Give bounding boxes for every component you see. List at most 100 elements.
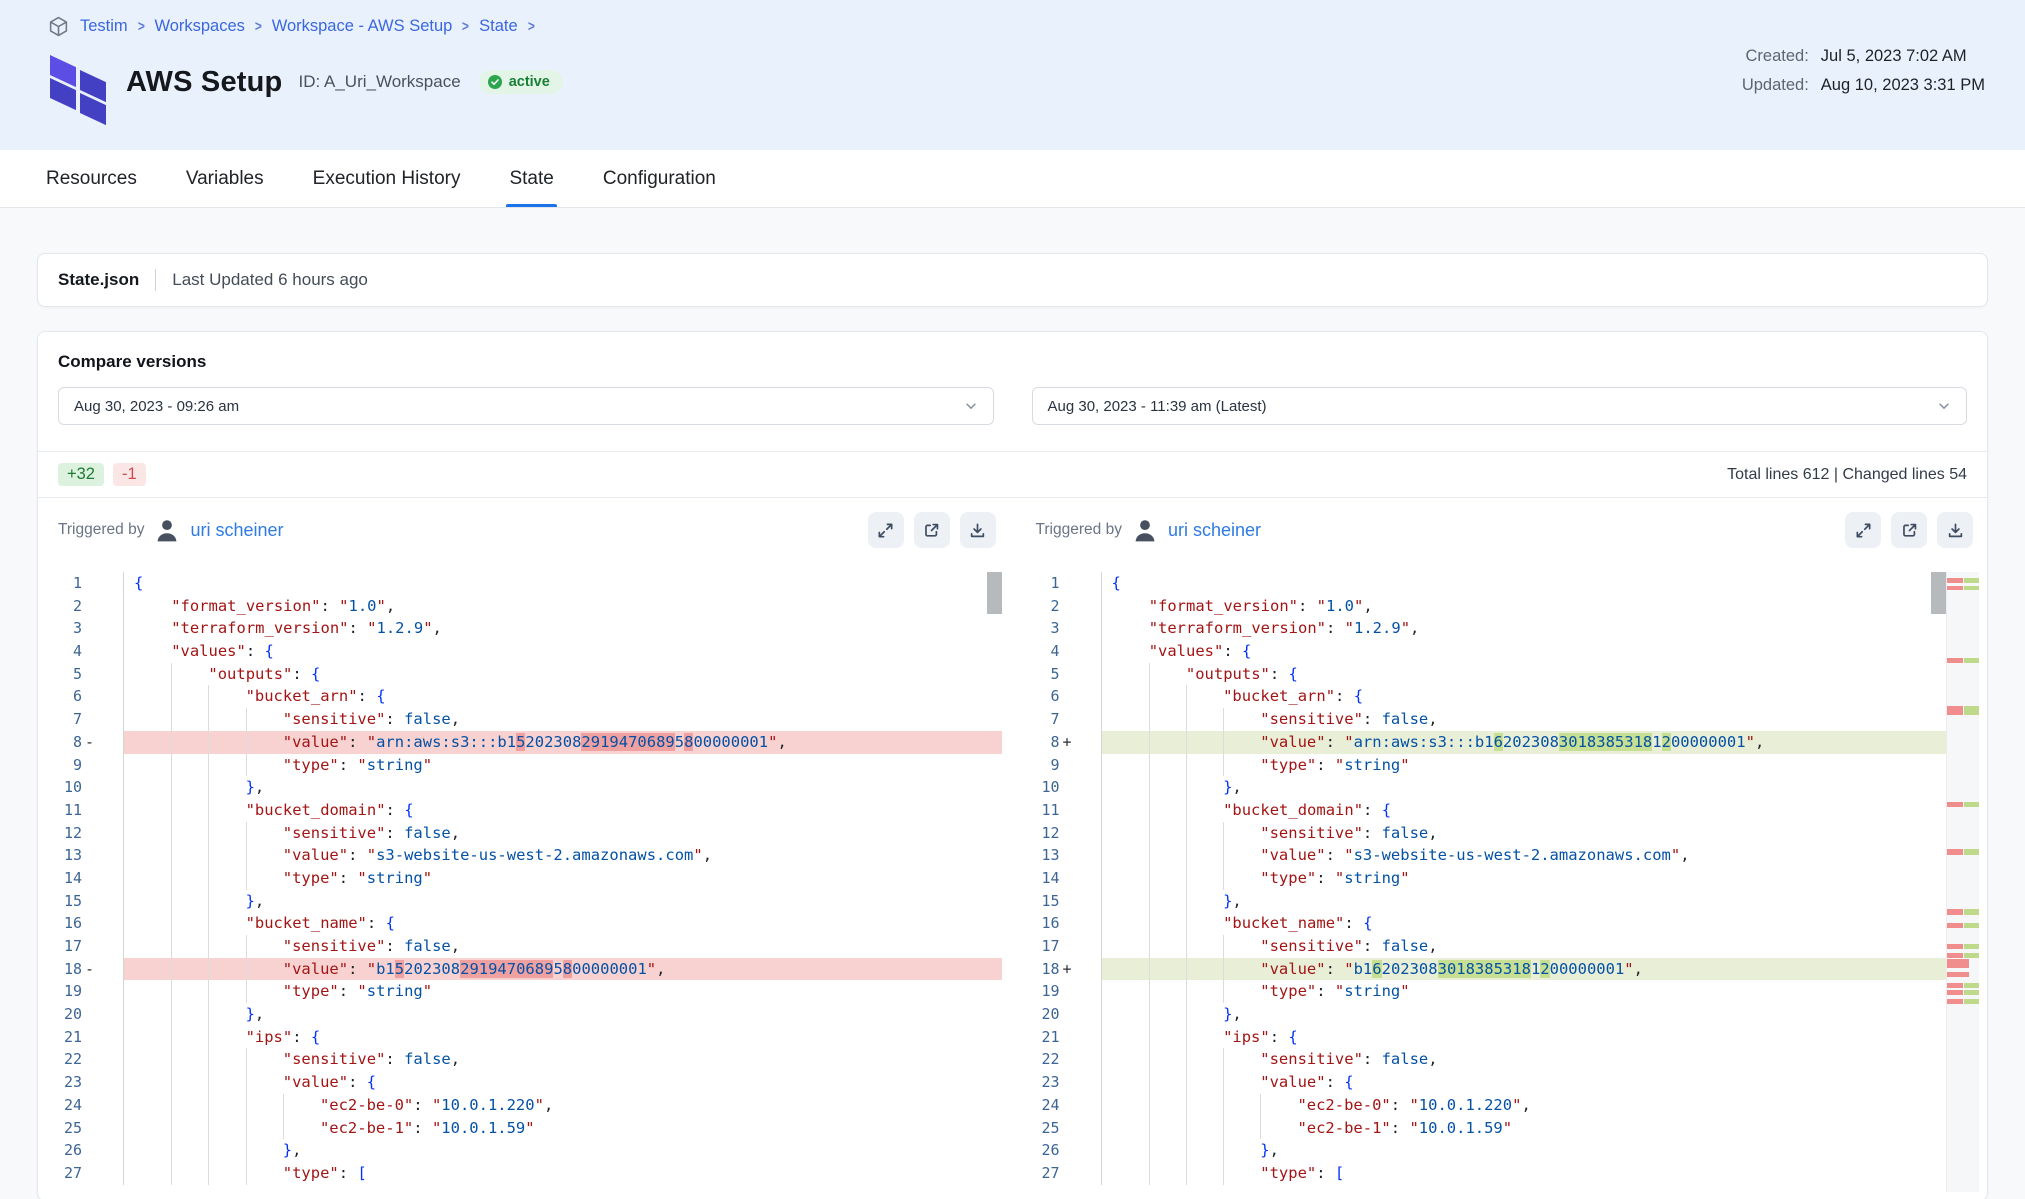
code-line: 14"type": "string" <box>1024 867 1980 890</box>
tab-state[interactable]: State <box>509 150 553 207</box>
chevron-down-icon <box>964 399 978 413</box>
tab-execution-history[interactable]: Execution History <box>313 150 461 207</box>
user-link[interactable]: uri scheiner <box>190 520 283 541</box>
workspace-dates: Created: Jul 5, 2023 7:02 AM Updated: Au… <box>1742 47 1985 95</box>
state-file-card: State.json Last Updated 6 hours ago <box>37 253 1988 307</box>
ruler-mark <box>1947 909 1979 915</box>
code-line: 12"sensitive": false, <box>1024 822 1980 845</box>
created-label: Created: <box>1742 47 1809 66</box>
code-line: 22"sensitive": false, <box>1024 1048 1980 1071</box>
ruler-mark <box>1947 983 1979 988</box>
code-line: 16"bucket_name": { <box>46 912 1002 935</box>
terraform-logo <box>48 51 110 113</box>
scrollbar-thumb[interactable] <box>987 572 1002 614</box>
breadcrumb-separator: > <box>138 18 145 35</box>
download-icon <box>1947 522 1964 539</box>
code-line: 1{ <box>1024 572 1980 595</box>
tab-variables[interactable]: Variables <box>186 150 264 207</box>
user-link[interactable]: uri scheiner <box>1168 520 1261 541</box>
code-line: 25"ec2-be-1": "10.0.1.59" <box>1024 1117 1980 1140</box>
code-line: 21"ips": { <box>46 1026 1002 1049</box>
breadcrumb-separator: > <box>462 18 469 35</box>
code-line: 16"bucket_name": { <box>1024 912 1980 935</box>
version-select-right-value: Aug 30, 2023 - 11:39 am (Latest) <box>1048 398 1267 415</box>
code-line: 9"type": "string" <box>1024 754 1980 777</box>
code-line: 6"bucket_arn": { <box>46 685 1002 708</box>
diff-panel-right: Triggered by uri scheiner <box>1024 498 1980 1192</box>
ruler-mark <box>1947 972 1979 977</box>
code-line: 26}, <box>46 1139 1002 1162</box>
code-line: 19"type": "string" <box>1024 980 1980 1003</box>
code-line: 27"type": [ <box>46 1162 1002 1185</box>
code-line: 2"format_version": "1.0", <box>1024 595 1980 618</box>
version-select-left[interactable]: Aug 30, 2023 - 09:26 am <box>58 387 994 425</box>
code-line: 8-"value": "arn:aws:s3:::b15202308291947… <box>46 731 1002 754</box>
tab-configuration[interactable]: Configuration <box>603 150 716 207</box>
code-editor-left[interactable]: 1{2"format_version": "1.0",3"terraform_v… <box>46 572 1002 1192</box>
code-line: 25"ec2-be-1": "10.0.1.59" <box>46 1117 1002 1140</box>
code-line: 5"outputs": { <box>46 663 1002 686</box>
state-page: State.json Last Updated 6 hours ago Comp… <box>0 208 2025 1199</box>
ruler-mark <box>1947 706 1979 715</box>
state-filename: State.json <box>58 270 139 290</box>
open-external-button[interactable] <box>914 512 950 548</box>
workspace-tabs: Resources Variables Execution History St… <box>0 150 2025 208</box>
compare-versions-heading: Compare versions <box>38 332 1987 372</box>
breadcrumb-item-workspaces[interactable]: Workspaces <box>154 17 244 36</box>
breadcrumb-item-testim[interactable]: Testim <box>80 17 128 36</box>
code-line: 24"ec2-be-0": "10.0.1.220", <box>46 1094 1002 1117</box>
code-line: 3"terraform_version": "1.2.9", <box>46 617 1002 640</box>
status-label: active <box>509 74 550 90</box>
breadcrumb-item-state[interactable]: State <box>479 17 518 36</box>
triggered-by-label: Triggered by <box>1036 521 1122 539</box>
check-circle-icon <box>488 75 502 89</box>
code-line: 12"sensitive": false, <box>46 822 1002 845</box>
code-line: 27"type": [ <box>1024 1162 1980 1185</box>
code-line: 23"value": { <box>1024 1071 1980 1094</box>
removed-lines-badge: -1 <box>113 463 146 486</box>
code-line: 11"bucket_domain": { <box>1024 799 1980 822</box>
compare-versions-card: Compare versions Aug 30, 2023 - 09:26 am… <box>37 331 1988 1199</box>
code-line: 18+"value": "b16202308301838531812000000… <box>1024 958 1980 981</box>
download-button[interactable] <box>1937 512 1973 548</box>
code-line: 9"type": "string" <box>46 754 1002 777</box>
code-line: 21"ips": { <box>1024 1026 1980 1049</box>
code-line: 26}, <box>1024 1139 1980 1162</box>
version-select-right[interactable]: Aug 30, 2023 - 11:39 am (Latest) <box>1032 387 1968 425</box>
code-editor-right[interactable]: 1{2"format_version": "1.0",3"terraform_v… <box>1024 572 1980 1192</box>
workspace-header: Testim > Workspaces > Workspace - AWS Se… <box>0 0 2025 150</box>
breadcrumb-separator: > <box>255 18 262 35</box>
external-link-icon <box>1901 522 1918 539</box>
scrollbar-thumb[interactable] <box>1931 572 1946 614</box>
expand-button[interactable] <box>1845 512 1881 548</box>
code-line: 3"terraform_version": "1.2.9", <box>1024 617 1980 640</box>
download-button[interactable] <box>960 512 996 548</box>
code-line: 14"type": "string" <box>46 867 1002 890</box>
code-line: 13"value": "s3-website-us-west-2.amazona… <box>46 844 1002 867</box>
breadcrumb-separator: > <box>528 18 535 35</box>
code-line: 15}, <box>46 890 1002 913</box>
code-line: 19"type": "string" <box>46 980 1002 1003</box>
tab-resources[interactable]: Resources <box>46 150 137 207</box>
page-title: AWS Setup <box>126 66 282 99</box>
download-icon <box>969 522 986 539</box>
code-line: 7"sensitive": false, <box>46 708 1002 731</box>
code-line: 18-"value": "b15202308291947068958000000… <box>46 958 1002 981</box>
external-link-icon <box>923 522 940 539</box>
expand-icon <box>1855 522 1872 539</box>
code-line: 7"sensitive": false, <box>1024 708 1980 731</box>
ruler-mark <box>1947 990 1979 995</box>
open-external-button[interactable] <box>1891 512 1927 548</box>
ruler-mark <box>1947 923 1979 928</box>
expand-button[interactable] <box>868 512 904 548</box>
created-value: Jul 5, 2023 7:02 AM <box>1821 47 1985 66</box>
state-last-updated: Last Updated 6 hours ago <box>172 270 368 290</box>
code-lines-right: 1{2"format_version": "1.0",3"terraform_v… <box>1024 572 1980 1185</box>
code-line: 2"format_version": "1.0", <box>46 595 1002 618</box>
total-lines-summary: Total lines 612 | Changed lines 54 <box>1727 466 1967 484</box>
ruler-mark <box>1947 959 1979 968</box>
user-avatar-icon <box>154 517 180 543</box>
code-lines-left: 1{2"format_version": "1.0",3"terraform_v… <box>46 572 1002 1185</box>
code-line: 11"bucket_domain": { <box>46 799 1002 822</box>
breadcrumb-item-workspace-aws-setup[interactable]: Workspace - AWS Setup <box>272 17 453 36</box>
